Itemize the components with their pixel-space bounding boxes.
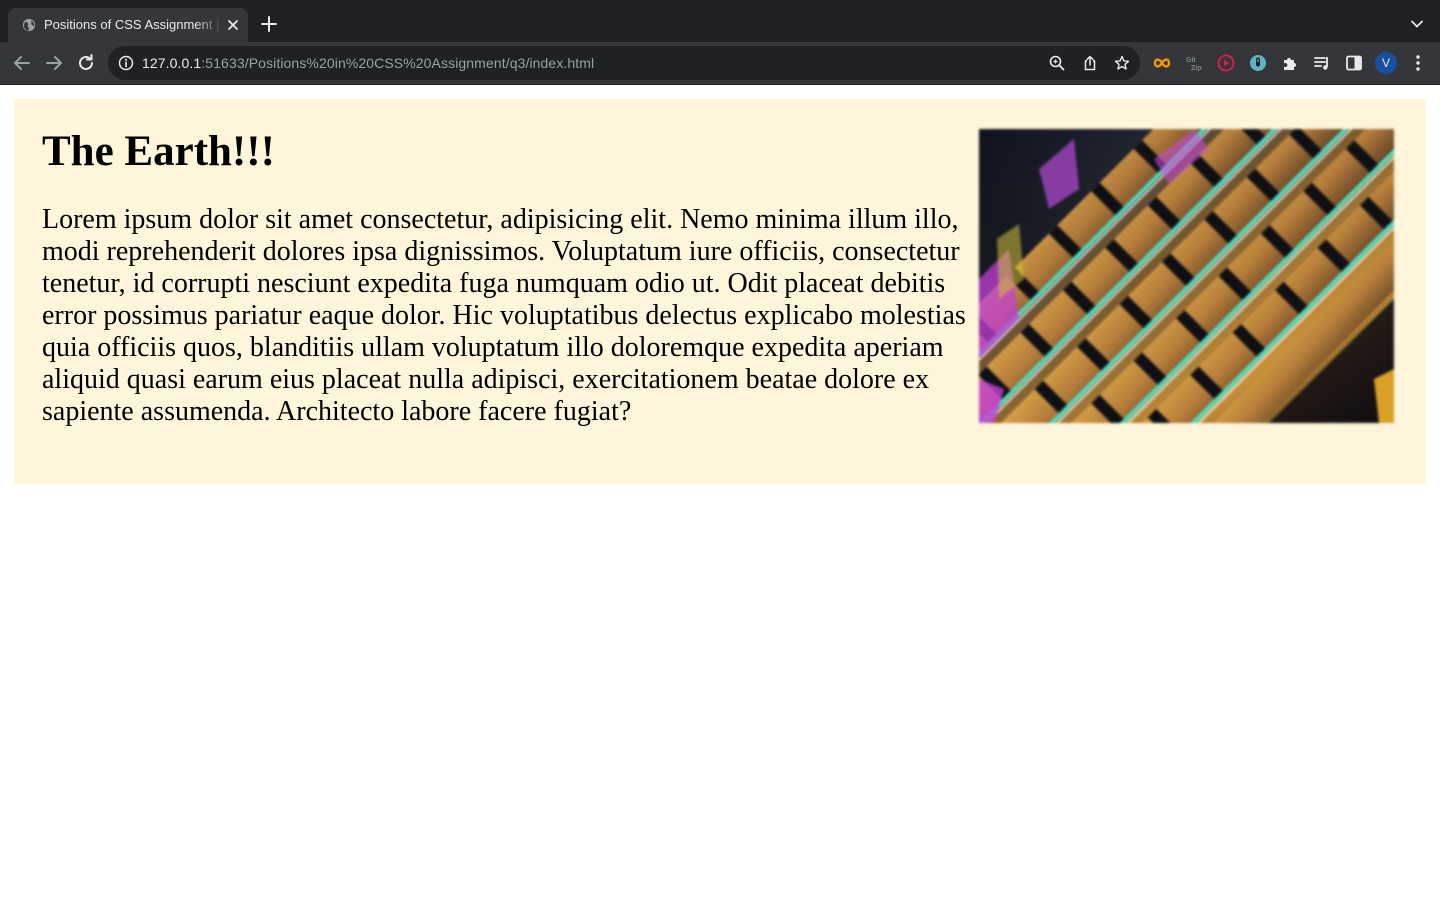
page-heading: The Earth!!! — [42, 128, 275, 175]
browser-toolbar: 127.0.0.1:51633/Positions%20in%20CSS%20A… — [0, 42, 1440, 85]
globe-icon — [22, 18, 36, 32]
page-viewport: The Earth!!! Lorem ipsum dolor sit amet … — [0, 85, 1440, 900]
abstract-tiles-image — [979, 129, 1394, 423]
hero-image — [979, 129, 1394, 423]
profile-avatar[interactable]: V — [1375, 52, 1397, 74]
media-queue-icon[interactable] — [1313, 54, 1331, 72]
plus-icon[interactable] — [260, 15, 278, 33]
star-icon[interactable] — [1114, 55, 1130, 71]
kebab-menu-icon[interactable] — [1410, 54, 1426, 72]
reload-icon[interactable] — [76, 53, 96, 73]
chevron-down-icon[interactable] — [1409, 16, 1425, 32]
address-bar[interactable]: 127.0.0.1:51633/Positions%20in%20CSS%20A… — [108, 46, 1140, 80]
side-panel-icon[interactable] — [1345, 54, 1363, 72]
infinity-extension-icon[interactable] — [1153, 54, 1171, 72]
clock-extension-icon[interactable] — [1249, 54, 1267, 72]
zoom-icon[interactable] — [1049, 55, 1065, 71]
close-icon[interactable] — [226, 18, 240, 32]
svg-text:Git: Git — [1186, 57, 1196, 64]
url-text: 127.0.0.1:51633/Positions%20in%20CSS%20A… — [142, 55, 594, 71]
youtube-extension-icon[interactable] — [1217, 54, 1235, 72]
back-arrow-icon[interactable] — [12, 53, 32, 73]
content-card: The Earth!!! Lorem ipsum dolor sit amet … — [14, 99, 1426, 484]
body-paragraph: Lorem ipsum dolor sit amet consectetur, … — [42, 204, 966, 427]
forward-arrow-icon[interactable] — [44, 53, 64, 73]
share-icon[interactable] — [1082, 55, 1098, 71]
info-icon[interactable] — [118, 55, 134, 71]
puzzle-icon[interactable] — [1281, 54, 1299, 72]
browser-tab-active[interactable]: Positions of CSS Assignment | ... — [8, 8, 248, 42]
gitzip-extension-icon[interactable]: Git Zip — [1185, 54, 1203, 72]
tab-strip: Positions of CSS Assignment | ... — [0, 0, 1440, 42]
url-host: 127.0.0.1 — [142, 55, 202, 71]
tab-title: Positions of CSS Assignment | ... — [44, 17, 222, 32]
svg-text:Zip: Zip — [1191, 65, 1202, 72]
url-path: :51633/Positions%20in%20CSS%20Assignment… — [201, 55, 595, 71]
